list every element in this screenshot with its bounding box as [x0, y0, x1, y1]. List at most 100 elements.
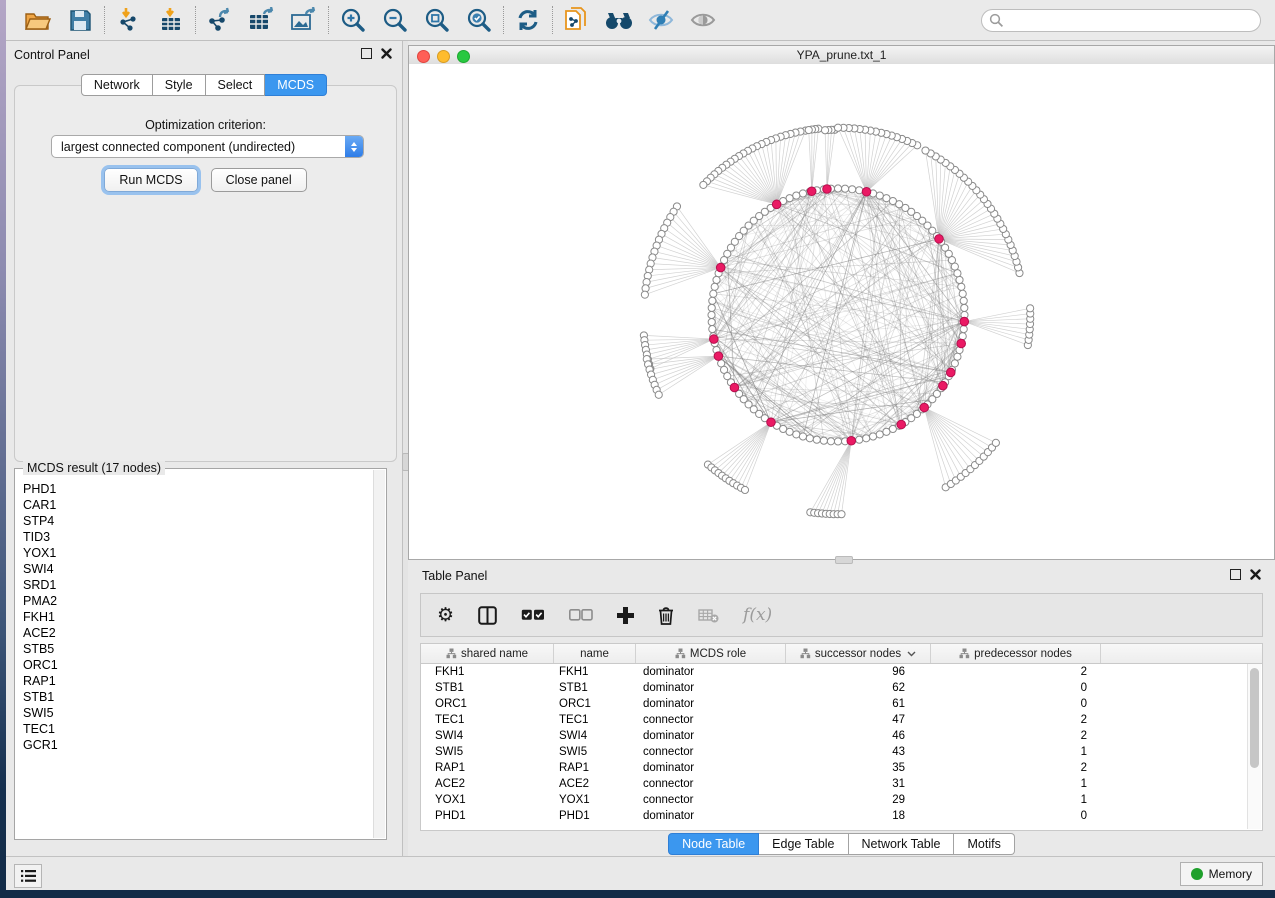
open-session-button[interactable]	[24, 6, 52, 34]
horizontal-splitter-handle[interactable]	[835, 556, 853, 564]
table-row[interactable]: FKH1FKH1dominator962	[421, 664, 1262, 680]
close-panel-button[interactable]: Close panel	[211, 168, 307, 192]
show-panels-button[interactable]	[14, 864, 42, 888]
refresh-icon	[516, 8, 540, 32]
table-row[interactable]: ACE2ACE2connector311	[421, 776, 1262, 792]
tab-node-table[interactable]: Node Table	[668, 833, 759, 855]
network-titlebar[interactable]: YPA_prune.txt_1	[409, 46, 1274, 65]
column-header-filler	[1101, 644, 1262, 663]
tab-mcds[interactable]: MCDS	[265, 74, 327, 96]
mcds-result-item[interactable]: YOX1	[23, 545, 373, 561]
zoom-fit-button[interactable]	[423, 6, 451, 34]
add-row-icon[interactable]	[617, 607, 634, 624]
tab-motifs[interactable]: Motifs	[954, 833, 1014, 855]
table-cell	[1101, 696, 1262, 712]
column-header-predecessor-nodes[interactable]: predecessor nodes	[931, 644, 1101, 663]
tab-edge-table[interactable]: Edge Table	[759, 833, 848, 855]
table-row[interactable]: PHD1PHD1dominator180	[421, 808, 1262, 824]
clone-network-button[interactable]	[563, 6, 591, 34]
mcds-result-item[interactable]: STB1	[23, 689, 373, 705]
table-cell: RAP1	[554, 760, 636, 776]
table-scrollbar[interactable]	[1247, 664, 1261, 829]
table-settings-icon[interactable]: ⚙	[437, 606, 454, 625]
network-canvas[interactable]	[409, 64, 1274, 559]
mcds-result-scrollbar[interactable]	[373, 470, 385, 838]
table-row[interactable]: YOX1YOX1connector291	[421, 792, 1262, 808]
table-cell: 96	[786, 664, 931, 680]
control-panel-title: Control Panel	[14, 48, 90, 62]
save-session-button[interactable]	[66, 6, 94, 34]
table-cell: dominator	[636, 664, 786, 680]
column-header-mcds-role[interactable]: MCDS role	[636, 644, 786, 663]
mcds-result-item[interactable]: STB5	[23, 641, 373, 657]
table-scrollbar-thumb[interactable]	[1250, 668, 1259, 768]
close-window-button[interactable]	[417, 50, 430, 63]
search-input[interactable]	[981, 9, 1261, 32]
zoom-in-button[interactable]	[339, 6, 367, 34]
criterion-dropdown-value: largest connected component (undirected)	[52, 140, 345, 154]
mcds-result-item[interactable]: ORC1	[23, 657, 373, 673]
delete-row-icon[interactable]	[658, 606, 674, 625]
import-network-button[interactable]	[115, 6, 143, 34]
mcds-result-item[interactable]: PMA2	[23, 593, 373, 609]
table-cell: connector	[636, 744, 786, 760]
column-header-name[interactable]: name	[554, 644, 636, 663]
table-row[interactable]: TEC1TEC1connector472	[421, 712, 1262, 728]
minimize-window-button[interactable]	[437, 50, 450, 63]
deselect-all-icon[interactable]	[569, 609, 593, 621]
mcds-result-item[interactable]: FKH1	[23, 609, 373, 625]
mcds-result-item[interactable]: SWI5	[23, 705, 373, 721]
select-all-icon[interactable]	[521, 609, 545, 621]
tab-select[interactable]: Select	[206, 74, 266, 96]
table-row[interactable]: SWI4SWI4dominator462	[421, 728, 1262, 744]
import-table-button[interactable]	[157, 6, 185, 34]
export-table-button[interactable]	[248, 6, 276, 34]
zoom-out-button[interactable]	[381, 6, 409, 34]
mcds-result-item[interactable]: SRD1	[23, 577, 373, 593]
hide-selected-button[interactable]	[647, 6, 675, 34]
table-row[interactable]: ORC1ORC1dominator610	[421, 696, 1262, 712]
float-panel-icon[interactable]	[361, 48, 372, 59]
refresh-button[interactable]	[514, 6, 542, 34]
mcds-result-item[interactable]: RAP1	[23, 673, 373, 689]
dropdown-stepper-icon	[345, 136, 363, 157]
mcds-result-item[interactable]: ACE2	[23, 625, 373, 641]
table-cell: dominator	[636, 696, 786, 712]
criterion-dropdown[interactable]: largest connected component (undirected)	[51, 135, 364, 158]
close-panel-icon[interactable]	[381, 48, 392, 59]
mcds-result-item[interactable]: STP4	[23, 513, 373, 529]
tab-network[interactable]: Network	[81, 74, 153, 96]
table-row[interactable]: RAP1RAP1dominator352	[421, 760, 1262, 776]
mcds-result-item[interactable]: TID3	[23, 529, 373, 545]
table-row[interactable]: STB1STB1dominator620	[421, 680, 1262, 696]
mcds-result-item[interactable]: SWI4	[23, 561, 373, 577]
table-cell: STB1	[421, 680, 554, 696]
show-columns-icon[interactable]	[478, 606, 497, 625]
show-all-button[interactable]	[689, 6, 717, 34]
float-table-panel-icon[interactable]	[1230, 569, 1241, 580]
zoom-window-button[interactable]	[457, 50, 470, 63]
first-neighbors-button[interactable]	[605, 6, 633, 34]
table-panel-title: Table Panel	[422, 569, 487, 583]
table-cell	[1101, 664, 1262, 680]
export-network-button[interactable]	[206, 6, 234, 34]
zoom-selected-icon	[466, 7, 492, 33]
tab-network-table[interactable]: Network Table	[849, 833, 955, 855]
mcds-result-item[interactable]: PHD1	[23, 481, 373, 497]
tab-style[interactable]: Style	[153, 74, 206, 96]
export-image-button[interactable]	[290, 6, 318, 34]
column-header-shared-name[interactable]: shared name	[421, 644, 554, 663]
table-cell	[1101, 792, 1262, 808]
run-mcds-button[interactable]: Run MCDS	[104, 168, 197, 192]
memory-button[interactable]: Memory	[1180, 862, 1263, 886]
table-cell: PHD1	[554, 808, 636, 824]
mcds-result-item[interactable]: GCR1	[23, 737, 373, 753]
table-cell: YOX1	[421, 792, 554, 808]
mcds-result-item[interactable]: CAR1	[23, 497, 373, 513]
close-table-panel-icon[interactable]	[1250, 569, 1261, 580]
zoom-selected-button[interactable]	[465, 6, 493, 34]
table-row[interactable]: SWI5SWI5connector431	[421, 744, 1262, 760]
column-header-successor-nodes[interactable]: successor nodes	[786, 644, 931, 663]
export-image-icon	[290, 7, 318, 33]
mcds-result-item[interactable]: TEC1	[23, 721, 373, 737]
